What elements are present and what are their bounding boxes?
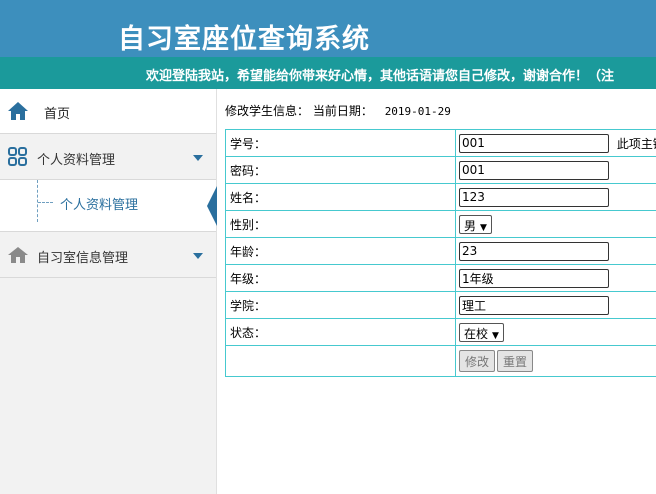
submenu-item-personal-info[interactable]: 个人资料管理 bbox=[60, 194, 138, 213]
form-row-status: 状态： 在校 ▼ bbox=[225, 318, 656, 346]
welcome-marquee: 欢迎登陆我站，希望能给你带来好心情，其他话语请您自己修改，谢谢合作！（注 bbox=[0, 57, 656, 89]
form-row-college: 学院： bbox=[225, 291, 656, 319]
college-input[interactable] bbox=[459, 295, 609, 315]
student-id-input[interactable] bbox=[459, 133, 609, 153]
gender-select[interactable]: 男 ▼ bbox=[459, 214, 492, 234]
reset-button[interactable]: 重置 bbox=[497, 350, 534, 372]
form-row-student-id: 学号： 此项主键 bbox=[225, 129, 656, 157]
field-label: 年级： bbox=[225, 264, 456, 292]
grid-icon bbox=[8, 147, 27, 166]
tree-branch bbox=[38, 202, 53, 203]
field-label: 状态： bbox=[225, 318, 456, 346]
form-row-age: 年龄： bbox=[225, 237, 656, 265]
age-input[interactable] bbox=[459, 241, 609, 261]
sidebar-item-label: 个人资料管理 bbox=[37, 153, 116, 168]
form-row-name: 姓名： bbox=[225, 183, 656, 211]
sidebar-item-personal-info[interactable]: 个人资料管理 bbox=[0, 135, 216, 180]
grade-input[interactable] bbox=[459, 268, 609, 288]
field-label: 学院： bbox=[225, 291, 456, 319]
primary-key-hint: 此项主键 bbox=[616, 136, 656, 151]
home-icon bbox=[8, 102, 28, 120]
form-row-grade: 年级： bbox=[225, 264, 656, 292]
password-input[interactable] bbox=[459, 160, 609, 180]
submit-button[interactable]: 修改 bbox=[459, 350, 496, 372]
student-edit-form: 学号： 此项主键 密码： 姓名： 性别： bbox=[225, 129, 656, 377]
tree-line bbox=[37, 180, 38, 222]
field-label: 性别： bbox=[225, 210, 456, 238]
sidebar-item-home[interactable]: 首页 bbox=[0, 89, 216, 134]
form-row-gender: 性别： 男 ▼ bbox=[225, 210, 656, 238]
app-window: 自习室座位查询系统 欢迎登陆我站，希望能给你带来好心情，其他话语请您自己修改，谢… bbox=[0, 0, 656, 494]
page-heading: 修改学生信息： 当前日期： 2019-01-29 bbox=[225, 102, 451, 119]
field-label: 学号： bbox=[225, 129, 456, 157]
status-value: 在校 bbox=[464, 326, 489, 341]
gender-value: 男 bbox=[464, 218, 477, 233]
main-content: 修改学生信息： 当前日期： 2019-01-29 学号： 此项主键 密码： 姓名… bbox=[217, 89, 656, 494]
current-date: 2019-01-29 bbox=[384, 105, 451, 118]
field-label: 密码： bbox=[225, 156, 456, 184]
chevron-down-icon bbox=[193, 155, 203, 161]
chevron-down-icon bbox=[193, 253, 203, 259]
date-label: 当前日期： bbox=[312, 104, 373, 118]
marquee-text: 欢迎登陆我站，希望能给你带来好心情，其他话语请您自己修改，谢谢合作！（注 bbox=[146, 69, 615, 84]
sidebar-item-room-info[interactable]: 自习室信息管理 bbox=[0, 233, 216, 278]
field-label: 年龄： bbox=[225, 237, 456, 265]
sidebar: 首页 个人资料管理 个人资料管理 自习室信息管理 bbox=[0, 89, 217, 494]
house-icon bbox=[8, 247, 28, 263]
dropdown-arrow-icon: ▼ bbox=[480, 222, 487, 233]
name-input[interactable] bbox=[459, 187, 609, 207]
system-title: 自习室座位查询系统 bbox=[118, 24, 370, 55]
sidebar-item-label: 自习室信息管理 bbox=[37, 251, 129, 266]
form-row-password: 密码： bbox=[225, 156, 656, 184]
empty-cell bbox=[225, 345, 456, 377]
header-banner: 自习室座位查询系统 bbox=[0, 0, 656, 57]
dropdown-arrow-icon: ▼ bbox=[492, 330, 499, 341]
form-row-actions: 修改 重置 bbox=[225, 345, 656, 377]
status-select[interactable]: 在校 ▼ bbox=[459, 322, 504, 342]
field-label: 姓名： bbox=[225, 183, 456, 211]
active-indicator-icon bbox=[207, 186, 217, 226]
sidebar-item-label: 首页 bbox=[44, 107, 71, 122]
info-label: 修改学生信息： bbox=[225, 104, 310, 118]
submenu-personal-info: 个人资料管理 bbox=[0, 180, 217, 232]
